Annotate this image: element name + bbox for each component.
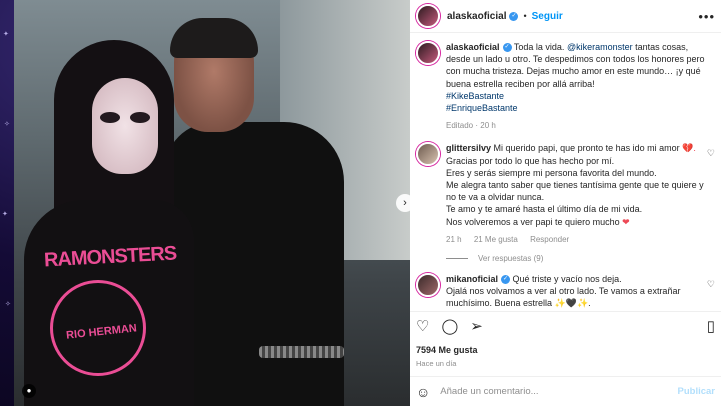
comment-line: Qué triste y vacío nos deja.	[512, 274, 622, 285]
mention-link[interactable]: @kikeramonster	[567, 42, 633, 52]
comment-author[interactable]: glittersilvy	[446, 143, 491, 153]
verified-badge-icon: ✓	[502, 43, 512, 53]
broken-heart-emoji: 💔.	[682, 143, 696, 154]
man-hair	[170, 18, 258, 58]
add-comment-bar: ☺ Publicar	[410, 376, 721, 406]
studded-belt	[259, 346, 344, 358]
heart-emoji: ❤	[622, 216, 630, 227]
follow-button[interactable]: Seguir	[532, 11, 563, 22]
comment-input[interactable]	[440, 386, 678, 397]
eye-makeup	[100, 112, 120, 123]
comment-item: glittersilvy Mi querido papi, que pronto…	[416, 142, 715, 246]
tagged-users-icon[interactable]: ●	[22, 384, 36, 398]
comment-text: glittersilvy Mi querido papi, que pronto…	[446, 142, 710, 246]
commenter-avatar[interactable]	[416, 142, 440, 167]
comment-likes[interactable]: 21 Me gusta	[474, 235, 518, 244]
likes-count[interactable]: 7594 Me gusta	[416, 345, 478, 355]
post-header: alaskaoficial ✓ • Seguir •••	[410, 0, 721, 33]
comment-time: 21 h	[446, 234, 462, 244]
post-side-panel: alaskaoficial ✓ • Seguir ••• alaskaofici…	[410, 0, 721, 406]
post-image[interactable]: RAMONSTERS RIO HERMAN › ●	[14, 0, 410, 406]
publish-button[interactable]: Publicar	[678, 386, 716, 397]
like-comment-heart-icon[interactable]: ♡	[707, 148, 715, 159]
next-image-button[interactable]: ›	[396, 194, 410, 212]
caption-body-start: Toda la vida.	[513, 42, 567, 52]
comment-line: Me alegra tanto saber que tienes tantísi…	[446, 180, 704, 203]
emoji-picker-icon[interactable]: ☺	[416, 384, 430, 400]
action-bar: ♡ ◯ ➢ ▯	[410, 311, 721, 341]
comment-line: Ojalá nos volvamos a ver al otro lado. T…	[446, 286, 681, 309]
eye-makeup	[130, 112, 150, 123]
comment-bubble-icon[interactable]: ◯	[441, 319, 458, 334]
reply-button[interactable]: Responder	[530, 235, 569, 244]
comments-list[interactable]: alaskaoficial ✓ Toda la vida. @kikeramons…	[410, 33, 721, 311]
author-username[interactable]: alaskaoficial	[447, 11, 506, 22]
verified-badge-icon: ✓	[501, 275, 511, 285]
verified-badge-icon: ✓	[509, 11, 519, 21]
hashtag-link[interactable]: #EnriqueBastante	[446, 102, 715, 114]
comment-author[interactable]: mikanoficial	[446, 274, 498, 284]
share-plane-icon[interactable]: ➢	[470, 319, 483, 334]
comment-line: Eres y serás siempre mi persona favorita…	[446, 167, 657, 178]
comment-text: mikanoficial ✓ Qué triste y vacío nos dej…	[446, 273, 710, 310]
posted-time: Hace un día	[416, 359, 457, 368]
comment-line: Mi querido papi, que pronto te has ido m…	[493, 143, 680, 154]
like-comment-heart-icon[interactable]: ♡	[707, 279, 715, 290]
comment-line: Gracias por todo lo que has hecho por mí…	[446, 155, 615, 166]
star-decoration: ✦	[3, 31, 9, 38]
caption-author-avatar[interactable]	[416, 41, 440, 65]
caption: alaskaoficial ✓ Toda la vida. @kikeramons…	[416, 41, 715, 132]
commenter-avatar[interactable]	[416, 273, 440, 298]
comment-item: mikanoficial ✓ Qué triste y vacío nos dej…	[416, 273, 715, 310]
star-decoration: ✧	[4, 121, 10, 128]
woman-face	[92, 78, 158, 174]
more-options-icon[interactable]: •••	[698, 9, 715, 24]
comment-line: Te amo y te amaré hasta el último día de…	[446, 204, 643, 215]
comment-meta: 21 h 21 Me gusta Responder	[446, 234, 710, 246]
author-avatar[interactable]	[416, 4, 440, 28]
comment-line: Nos volveremos a ver papi te quiero much…	[446, 216, 620, 227]
save-bookmark-icon[interactable]: ▯	[707, 319, 715, 334]
star-decoration: ✧	[5, 301, 11, 308]
hashtag-link[interactable]: #KikeBastante	[446, 90, 715, 102]
star-decoration: ✦	[2, 211, 8, 218]
like-heart-icon[interactable]: ♡	[416, 319, 429, 334]
separator-dot: •	[523, 11, 527, 21]
view-replies-button[interactable]: Ver respuestas (9)	[446, 254, 715, 263]
caption-text: alaskaoficial ✓ Toda la vida. @kikeramons…	[446, 41, 715, 132]
caption-meta: Editado · 20 h	[446, 121, 496, 131]
caption-author[interactable]: alaskaoficial	[446, 42, 500, 52]
